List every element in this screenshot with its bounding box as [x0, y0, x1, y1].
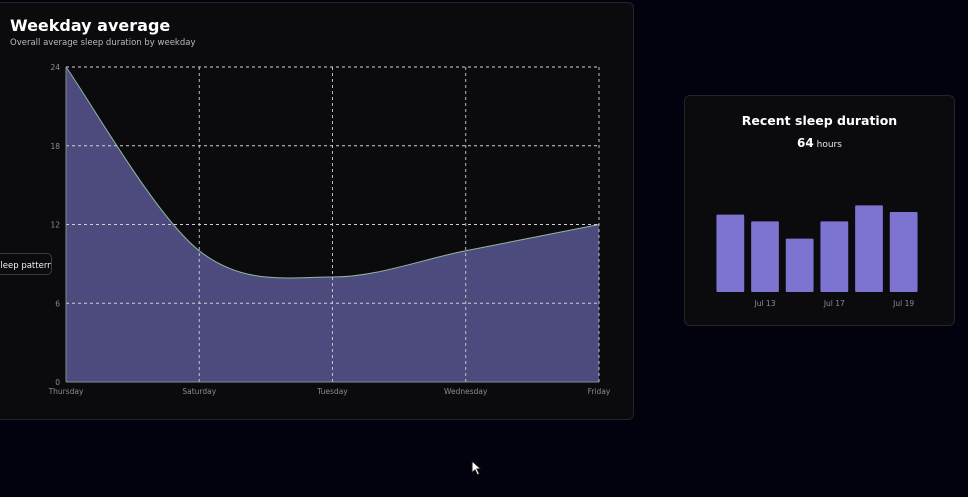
weekday-average-card: Weekday average Overall average sleep du…: [0, 2, 634, 420]
bar-x-tick-label: Jul 17: [823, 299, 845, 308]
sleep-bar: [889, 212, 918, 292]
sleep-bar: [820, 221, 849, 292]
sleep-bar: [855, 205, 883, 292]
y-tick-label: 6: [55, 299, 60, 308]
x-tick-label: Wednesday: [444, 387, 488, 396]
weekday-area-chart: 0 6 12 18 24 Thursday Saturday Tuesday Wednesday…: [48, 63, 611, 396]
mouse-cursor-icon: [471, 460, 483, 476]
y-tick-label: 12: [50, 221, 60, 230]
y-tick-label: 0: [55, 378, 60, 387]
y-tick-label: 18: [50, 142, 60, 151]
sleep-bar: [716, 214, 745, 292]
sleep-bar: [751, 221, 779, 292]
x-tick-label: Saturday: [182, 387, 216, 396]
bar-x-tick-label: Jul 13: [754, 299, 776, 308]
sleep-pattern-button[interactable]: Sleep pattern: [0, 253, 52, 275]
sleep-bar: [785, 238, 814, 292]
y-tick-label: 24: [50, 63, 60, 72]
recent-sleep-card: Recent sleep duration 64 hours Jul 13 Jul…: [684, 95, 955, 326]
x-tick-label: Friday: [588, 387, 611, 396]
bar-x-tick-label: Jul 19: [892, 299, 914, 308]
recent-sleep-bar-chart: Jul 13 Jul 17 Jul 19: [716, 205, 918, 308]
x-tick-label: Thursday: [48, 387, 84, 396]
x-tick-label: Tuesday: [316, 387, 348, 396]
